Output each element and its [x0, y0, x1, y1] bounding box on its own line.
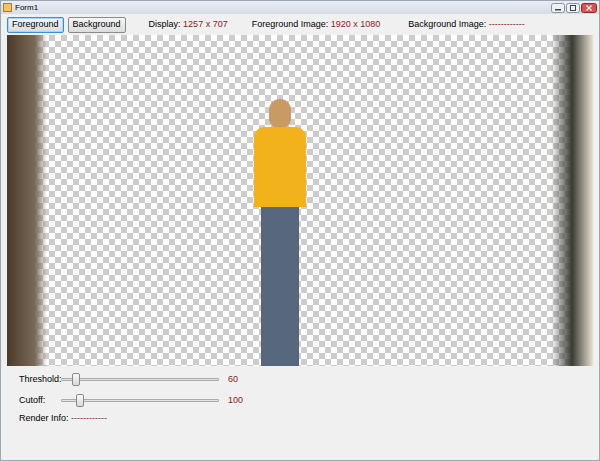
window-title: Form1 — [15, 4, 38, 12]
toolbar: ForegroundBackground Display: 1257 x 707 F… — [1, 15, 599, 34]
app-icon — [3, 3, 12, 12]
slider-reading: 60 — [228, 373, 238, 387]
render-info: Render Info: ------------ — [1, 412, 599, 426]
title-bar: Form1 — [1, 1, 599, 14]
info-field: Background Image: ------------ — [408, 18, 525, 32]
slider-row: Threshold: 60 — [1, 369, 599, 390]
info-field: Display: 1257 x 707 — [149, 18, 228, 32]
close-icon[interactable] — [581, 3, 597, 13]
slider-label: Threshold: — [19, 373, 61, 387]
slider-thumb[interactable] — [76, 394, 84, 407]
minimize-icon[interactable] — [551, 3, 565, 13]
app-window: Form1 ForegroundBackground Display: 1257 x… — [0, 0, 600, 461]
toolbar-button[interactable]: Foreground — [7, 17, 64, 33]
slider-track[interactable] — [61, 393, 219, 409]
display-frame — [7, 35, 593, 366]
slider-reading: 100 — [228, 394, 243, 408]
maximize-icon[interactable] — [566, 3, 580, 13]
slider-track[interactable] — [61, 372, 219, 388]
info-field: Foreground Image: 1920 x 1080 — [252, 18, 381, 32]
slider-panel: Threshold: 60 Cutoff: 100 Render Info: -----… — [1, 369, 599, 426]
slider-label: Cutoff: — [19, 394, 61, 408]
toolbar-button[interactable]: Background — [68, 17, 126, 33]
slider-row: Cutoff: 100 — [1, 390, 599, 411]
slider-thumb[interactable] — [72, 373, 80, 386]
